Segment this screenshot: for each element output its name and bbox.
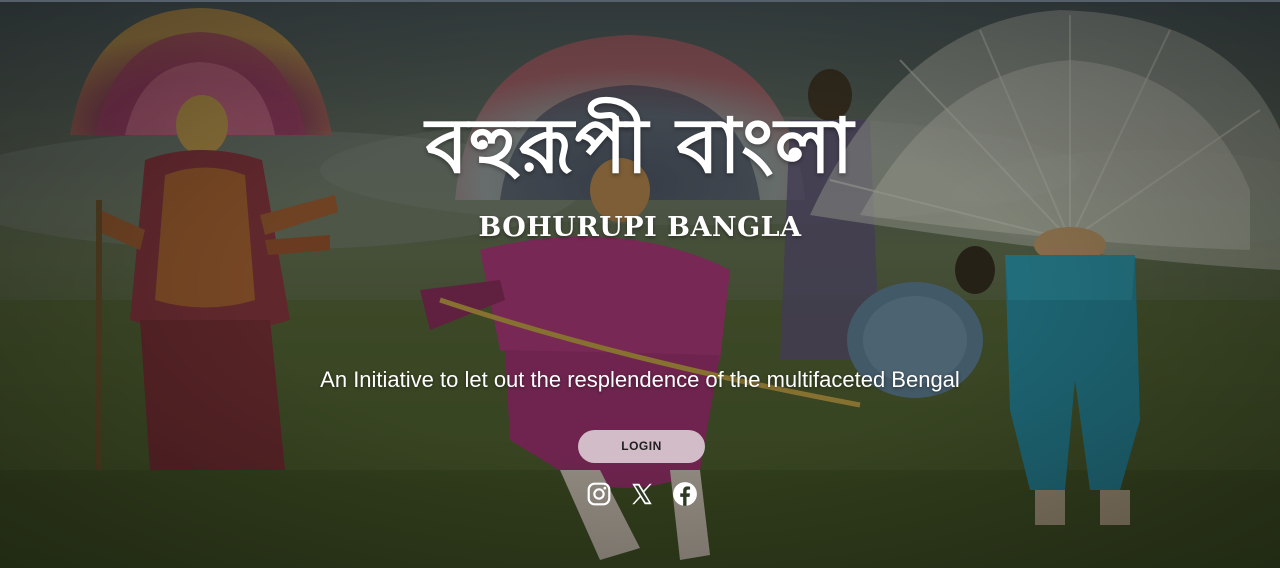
hero-tagline: An Initiative to let out the resplendenc… <box>320 367 960 392</box>
facebook-link[interactable] <box>672 481 698 507</box>
social-links <box>586 480 698 508</box>
top-border-line <box>0 0 1280 2</box>
site-title-bengali: বহুরূপী বাংলা <box>425 101 855 190</box>
x-icon <box>632 483 652 505</box>
hero-section: বহুরূপী বাংলা BOHURUPI BANGLA An Initiat… <box>0 0 1280 568</box>
x-link[interactable] <box>629 481 655 507</box>
instagram-link[interactable] <box>586 481 612 507</box>
site-title-english: BOHURUPI BANGLA <box>478 212 802 243</box>
instagram-icon <box>587 482 611 506</box>
login-button[interactable]: LOGIN <box>578 430 705 463</box>
facebook-icon <box>673 482 697 506</box>
